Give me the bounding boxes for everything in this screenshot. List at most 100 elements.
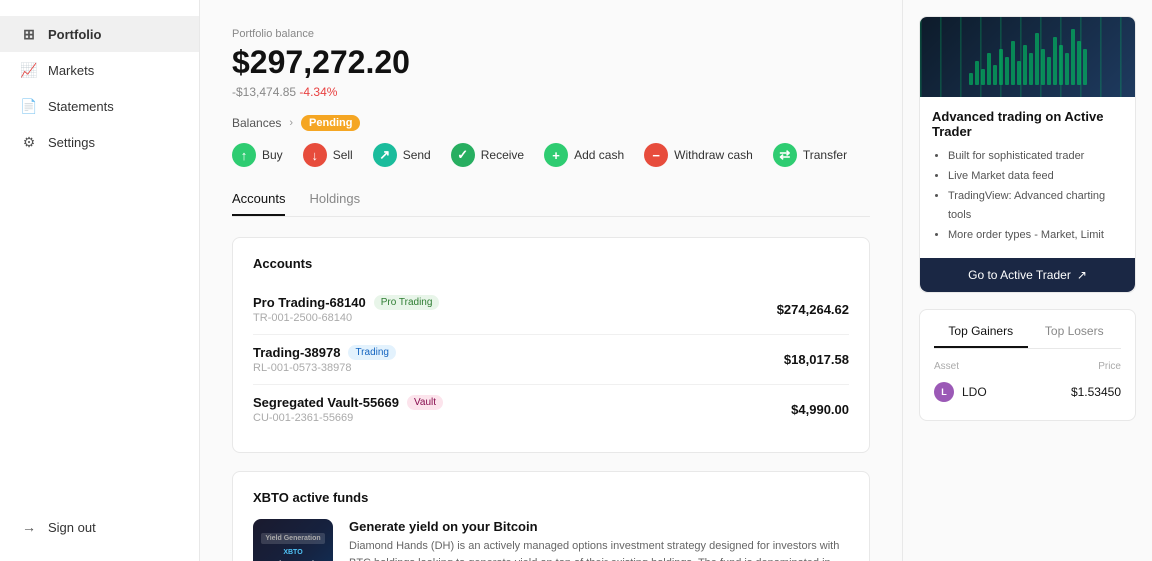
buy-label: Buy: [262, 148, 283, 162]
account-row-2[interactable]: Trading-38978 Trading RL-001-0573-38978 …: [253, 335, 849, 385]
signout-icon: →: [20, 518, 38, 536]
withdraw-icon: −: [644, 143, 668, 167]
fund-yield-label: Yield Generation: [261, 533, 324, 544]
chart-bar: [1029, 53, 1033, 85]
portfolio-icon: ⊞: [20, 25, 38, 43]
funds-section-title: XBTO active funds: [253, 490, 849, 505]
gainers-card: Top Gainers Top Losers Asset Price L LDO…: [919, 309, 1136, 421]
chart-bar: [969, 73, 973, 85]
asset-symbol-ldo: LDO: [962, 385, 987, 399]
chart-bar: [1065, 53, 1069, 85]
add-cash-button[interactable]: + Add cash: [544, 143, 624, 167]
asset-row-ldo[interactable]: L LDO $1.53450: [934, 378, 1121, 406]
chart-bar: [1047, 57, 1051, 85]
transfer-label: Transfer: [803, 148, 847, 162]
content-tabs: Accounts Holdings: [232, 191, 870, 217]
chart-bar: [1083, 49, 1087, 85]
fund-card: Yield Generation XBTO DiamondHands BTC G…: [253, 519, 849, 561]
sell-button[interactable]: ↓ Sell: [303, 143, 353, 167]
account-balance-1: $274,264.62: [777, 302, 849, 317]
transfer-button[interactable]: ⇄ Transfer: [773, 143, 847, 167]
right-panel: Advanced trading on Active Trader Built …: [902, 0, 1152, 561]
fund-title: Generate yield on your Bitcoin: [349, 519, 849, 534]
losers-tab[interactable]: Top Losers: [1028, 324, 1122, 348]
statements-icon: 📄: [20, 97, 38, 115]
account-name-2: Trading-38978 Trading: [253, 345, 396, 360]
balance-change: -$13,474.85 -4.34%: [232, 85, 870, 99]
chart-bar: [999, 49, 1003, 85]
trader-card: Advanced trading on Active Trader Built …: [919, 16, 1136, 293]
account-info-3: Segregated Vault-55669 Vault CU-001-2361…: [253, 395, 443, 424]
sell-label: Sell: [333, 148, 353, 162]
account-balance-2: $18,017.58: [784, 352, 849, 367]
goto-active-trader-button[interactable]: Go to Active Trader ↗: [920, 258, 1135, 292]
trader-body: Advanced trading on Active Trader Built …: [920, 97, 1135, 258]
fund-xbto-label: XBTO: [283, 548, 302, 557]
account-id-1: TR-001-2500-68140: [253, 312, 439, 324]
tab-holdings[interactable]: Holdings: [309, 191, 360, 216]
chart-bar: [975, 61, 979, 85]
balance-change-value: -$13,474.85: [232, 85, 296, 99]
balance-label: Portfolio balance: [232, 28, 870, 40]
send-icon: ↗: [373, 143, 397, 167]
fund-description: Diamond Hands (DH) is an actively manage…: [349, 538, 849, 561]
sidebar: ⊞ Portfolio 📈 Markets 📄 Statements ⚙ Set…: [0, 0, 200, 561]
send-button[interactable]: ↗ Send: [373, 143, 431, 167]
send-label: Send: [403, 148, 431, 162]
feature-1: Built for sophisticated trader: [948, 147, 1123, 167]
markets-icon: 📈: [20, 61, 38, 79]
gainers-tabs: Top Gainers Top Losers: [934, 324, 1121, 349]
chart-visualization: [961, 21, 1095, 93]
buy-icon: ↑: [232, 143, 256, 167]
sidebar-label-statements: Statements: [48, 99, 114, 114]
receive-label: Receive: [481, 148, 524, 162]
price-header: Price: [1098, 361, 1121, 372]
sidebar-item-signout[interactable]: → Sign out: [0, 509, 199, 545]
feature-3: TradingView: Advanced charting tools: [948, 187, 1123, 227]
feature-4: More order types - Market, Limit: [948, 226, 1123, 246]
chart-bar: [993, 65, 997, 85]
chart-bar: [1005, 57, 1009, 85]
sidebar-label-markets: Markets: [48, 63, 94, 78]
account-tag-1: Pro Trading: [374, 295, 440, 310]
trader-features: Built for sophisticated trader Live Mark…: [932, 147, 1123, 246]
balances-tab-btn[interactable]: Balances: [232, 113, 281, 133]
asset-price-ldo: $1.53450: [1071, 385, 1121, 399]
trader-title: Advanced trading on Active Trader: [932, 109, 1123, 139]
receive-button[interactable]: ✓ Receive: [451, 143, 524, 167]
account-tag-2: Trading: [348, 345, 396, 360]
chart-bar: [1011, 41, 1015, 85]
asset-header: Asset: [934, 361, 959, 372]
sidebar-item-markets[interactable]: 📈 Markets: [0, 52, 199, 88]
feature-2: Live Market data feed: [948, 167, 1123, 187]
sidebar-label-settings: Settings: [48, 135, 95, 150]
tab-accounts[interactable]: Accounts: [232, 191, 285, 216]
action-row: ↑ Buy ↓ Sell ↗ Send ✓ Receive + Add cash…: [232, 143, 870, 167]
account-tag-3: Vault: [407, 395, 443, 410]
gainers-headers: Asset Price: [934, 361, 1121, 372]
tab-arrow: ›: [289, 117, 293, 129]
chart-bar: [1077, 41, 1081, 85]
chart-bar: [1071, 29, 1075, 85]
receive-icon: ✓: [451, 143, 475, 167]
accounts-section-title: Accounts: [253, 256, 849, 271]
add-cash-label: Add cash: [574, 148, 624, 162]
chart-bar: [981, 69, 985, 85]
gainers-tab[interactable]: Top Gainers: [934, 324, 1028, 348]
fund-image: Yield Generation XBTO DiamondHands BTC: [253, 519, 333, 561]
withdraw-label: Withdraw cash: [674, 148, 753, 162]
chart-bar: [1035, 33, 1039, 85]
withdraw-cash-button[interactable]: − Withdraw cash: [644, 143, 753, 167]
account-name-3: Segregated Vault-55669 Vault: [253, 395, 443, 410]
sidebar-label-signout: Sign out: [48, 520, 96, 535]
chart-bar: [1041, 49, 1045, 85]
sidebar-item-portfolio[interactable]: ⊞ Portfolio: [0, 16, 199, 52]
sidebar-item-statements[interactable]: 📄 Statements: [0, 88, 199, 124]
account-row-1[interactable]: Pro Trading-68140 Pro Trading TR-001-250…: [253, 285, 849, 335]
account-row-3[interactable]: Segregated Vault-55669 Vault CU-001-2361…: [253, 385, 849, 434]
buy-button[interactable]: ↑ Buy: [232, 143, 283, 167]
funds-section: XBTO active funds Yield Generation XBTO …: [232, 471, 870, 561]
sidebar-item-settings[interactable]: ⚙ Settings: [0, 124, 199, 160]
accounts-section: Accounts Pro Trading-68140 Pro Trading T…: [232, 237, 870, 453]
pending-badge[interactable]: Pending: [301, 115, 360, 131]
